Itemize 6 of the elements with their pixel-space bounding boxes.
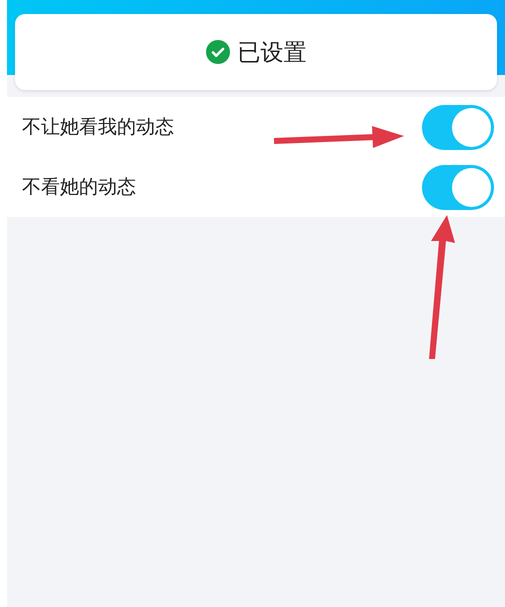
toast-message: 已设置 [238,38,306,68]
setting-label: 不让她看我的动态 [22,115,174,140]
toggle-switch[interactable] [422,164,494,210]
toggle-switch[interactable] [422,104,494,150]
check-icon [206,40,230,64]
setting-label: 不看她的动态 [22,175,136,200]
